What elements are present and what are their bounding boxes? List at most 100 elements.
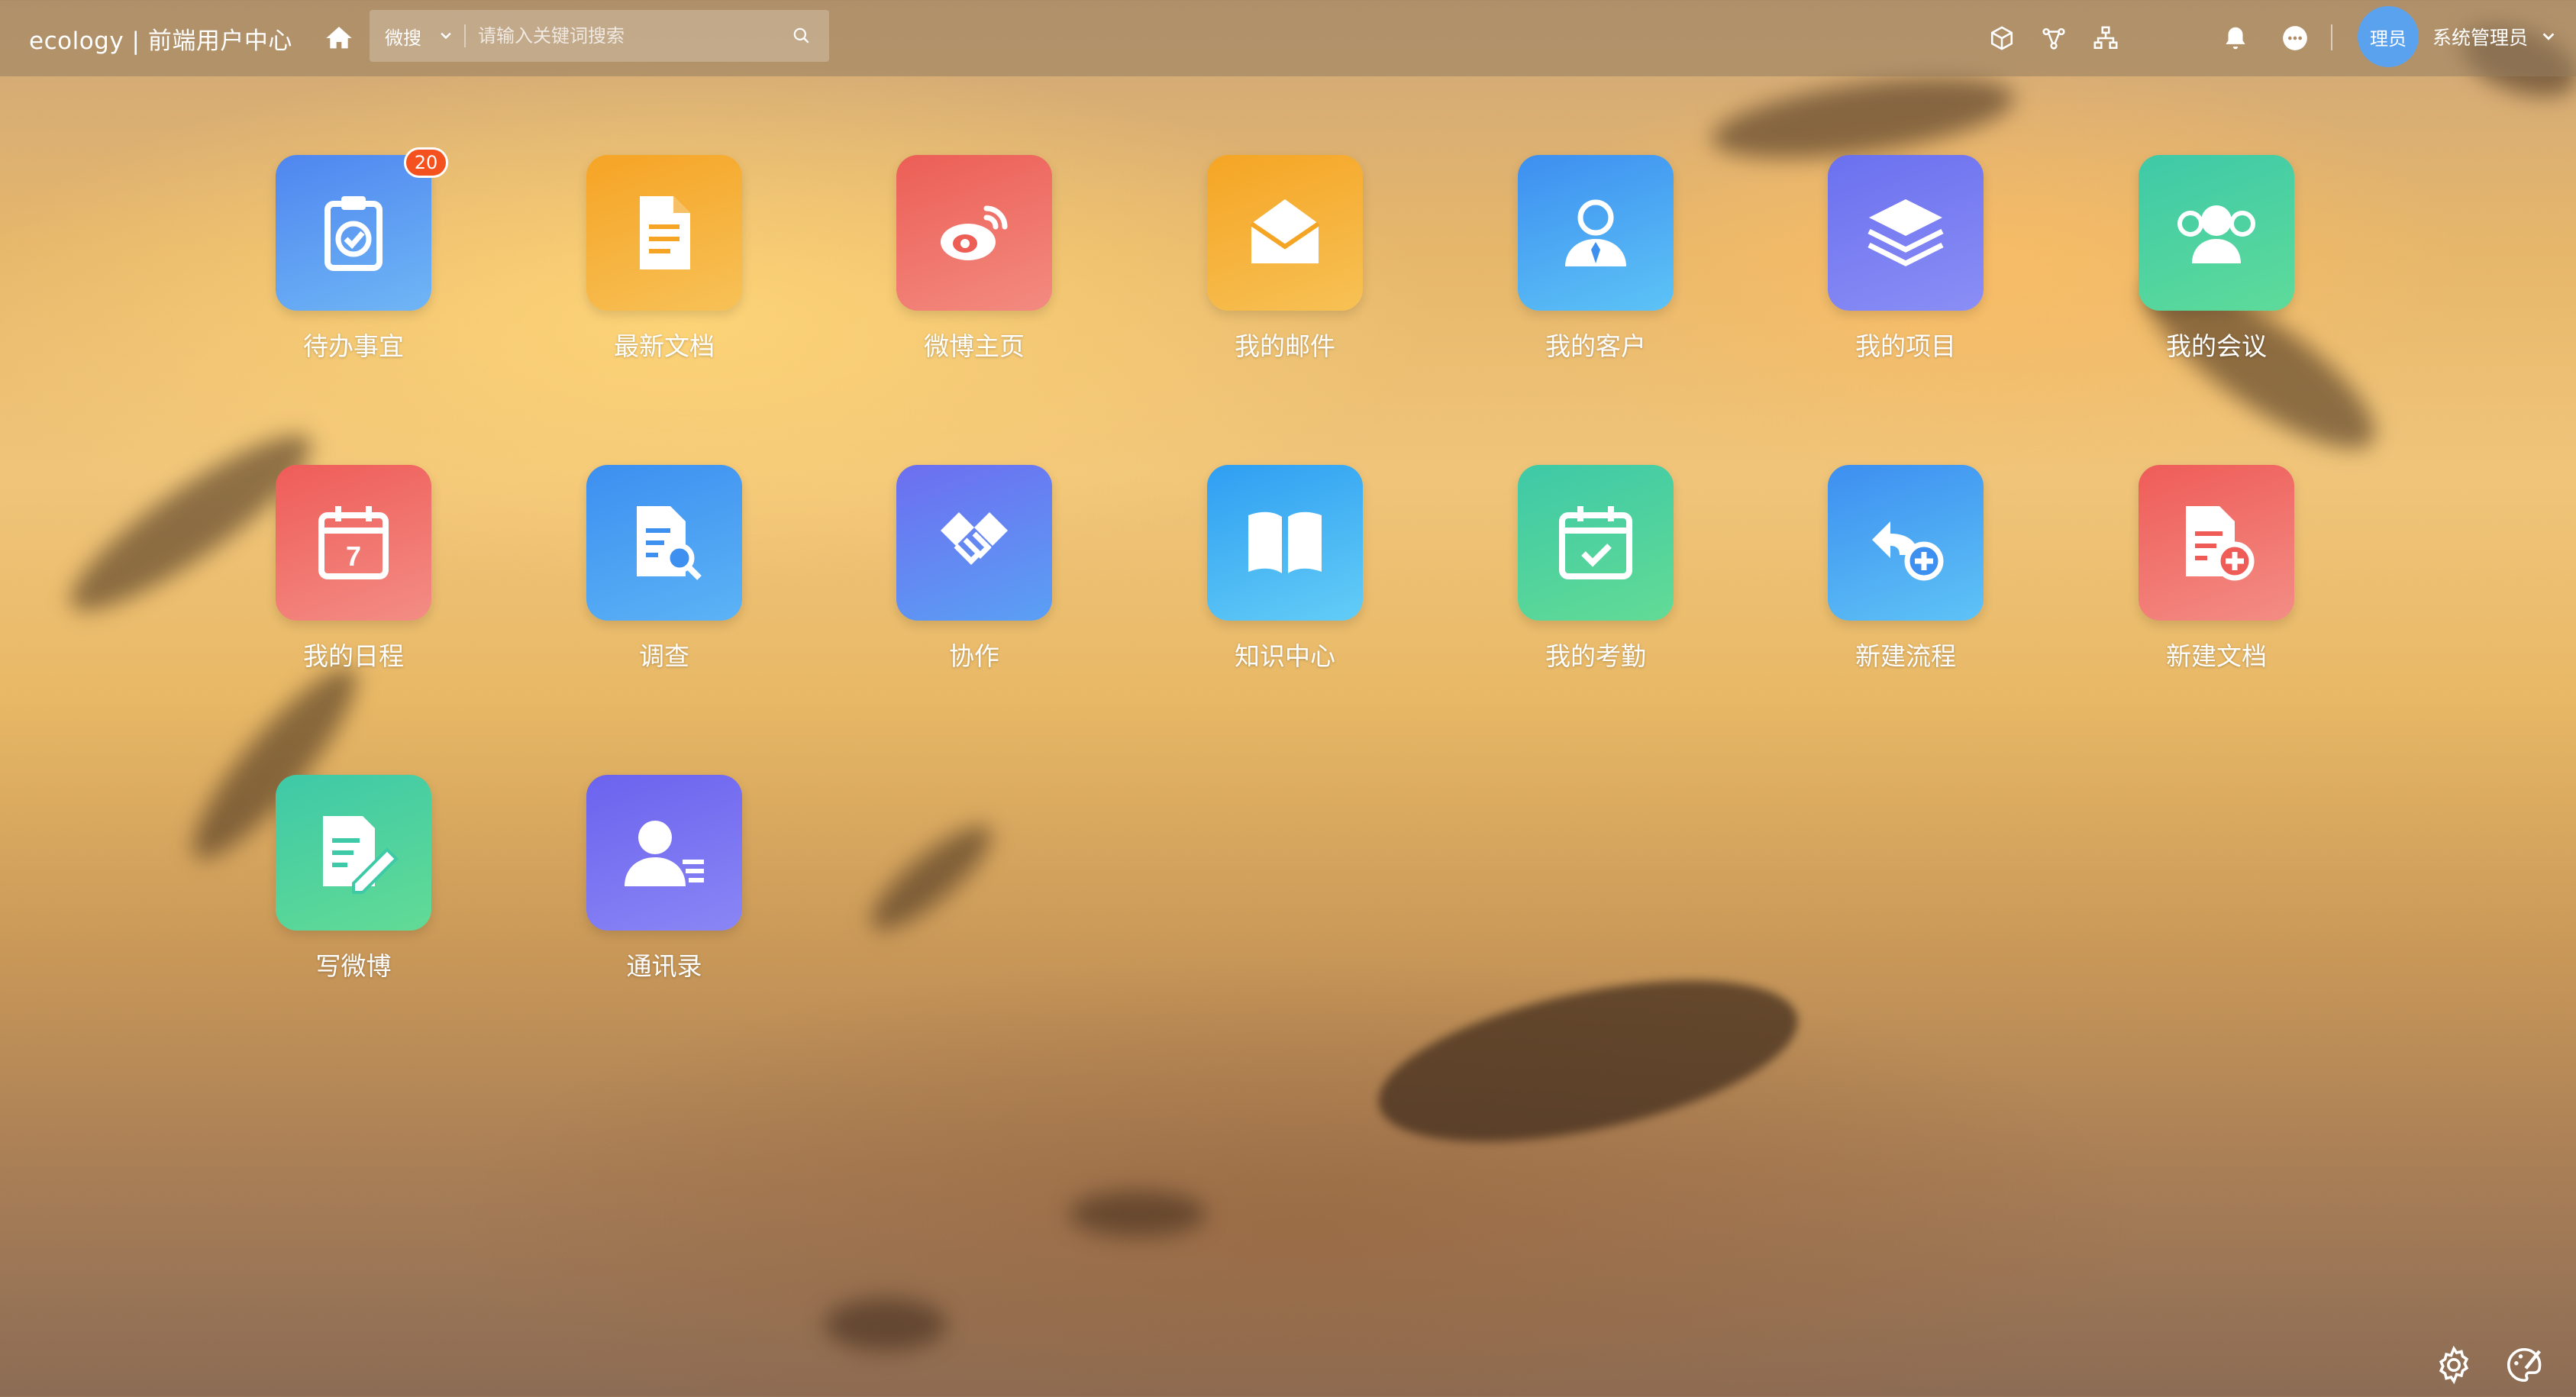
app-tile (1207, 155, 1363, 311)
new-document-icon (2186, 506, 2255, 581)
attendance-icon (1559, 506, 1632, 579)
app-label: 我的项目 (1855, 331, 1956, 361)
app-label: 新建流程 (1855, 641, 1956, 671)
new-workflow-icon (1872, 521, 1944, 581)
user-name[interactable]: 系统管理员 (2432, 0, 2528, 73)
share-button[interactable] (2037, 21, 2071, 55)
app-contacts[interactable]: 通讯录 (565, 775, 763, 1004)
app-tile (1828, 155, 1984, 311)
app-label: 调查 (639, 641, 689, 671)
layers-icon (1867, 199, 1944, 266)
app-label: 协作 (949, 641, 999, 671)
app-my-mail[interactable]: 我的邮件 (1186, 155, 1384, 384)
chat-icon (2283, 26, 2307, 50)
app-label: 待办事宜 (303, 331, 404, 361)
calendar-icon: 7 (318, 506, 389, 579)
survey-icon (637, 506, 702, 580)
chevron-down-icon (438, 28, 454, 44)
app-tile (896, 155, 1052, 311)
org-chart-icon (2093, 26, 2118, 50)
home-icon (326, 27, 352, 49)
theme-icon (2507, 1347, 2542, 1382)
background-bird (825, 1298, 947, 1351)
app-tile: 20 (276, 147, 448, 311)
cube-icon (1990, 26, 2013, 50)
clipboard-check-icon (324, 196, 383, 271)
handshake-icon (941, 512, 1008, 565)
book-icon (1248, 511, 1322, 573)
customer-icon (1565, 199, 1626, 266)
meeting-icon (2177, 205, 2255, 263)
todo-count-badge: 20 (404, 147, 448, 178)
bell-icon (2226, 27, 2245, 50)
app-tile: 7 (276, 465, 431, 621)
app-weibo-home[interactable]: 微博主页 (875, 155, 1073, 384)
app-label: 我的日程 (303, 641, 404, 671)
home-button[interactable] (321, 20, 357, 56)
app-my-meetings[interactable]: 我的会议 (2117, 155, 2316, 384)
app-tile (1828, 465, 1984, 621)
svg-text:7: 7 (346, 540, 361, 572)
app-tile (586, 465, 742, 621)
app-label: 我的客户 (1545, 331, 1646, 361)
app-label: 知识中心 (1235, 641, 1335, 671)
app-brand[interactable]: ecology | 前端用户中心 (29, 0, 292, 76)
app-survey[interactable]: 调查 (565, 465, 763, 694)
theme-button[interactable] (2501, 1342, 2547, 1388)
notifications-button[interactable] (2219, 21, 2252, 55)
app-label: 我的邮件 (1235, 331, 1335, 361)
app-tile (276, 775, 431, 931)
app-label: 最新文档 (614, 331, 715, 361)
app-todo[interactable]: 20 待办事宜 (254, 147, 453, 384)
app-my-schedule[interactable]: 7 我的日程 (254, 465, 453, 694)
settings-button[interactable] (2431, 1342, 2477, 1388)
app-my-attendance[interactable]: 我的考勤 (1496, 465, 1695, 694)
app-label: 我的会议 (2166, 331, 2267, 361)
background-bird (858, 811, 1005, 945)
diamond-share-icon (2042, 27, 2065, 50)
top-bar: ecology | 前端用户中心 微搜 理员 系统管理员 (0, 0, 2576, 76)
app-label: 通讯录 (626, 951, 702, 981)
contacts-icon (625, 821, 704, 886)
write-weibo-icon (323, 816, 399, 894)
search-bar: 微搜 (370, 9, 829, 63)
settings-icon (2439, 1345, 2469, 1385)
app-write-weibo[interactable]: 写微博 (254, 775, 453, 1004)
messages-button[interactable] (2278, 21, 2312, 55)
app-my-customers[interactable]: 我的客户 (1496, 155, 1695, 384)
app-tile (1207, 465, 1363, 621)
weibo-icon (941, 205, 1008, 260)
background-bird (1069, 1191, 1206, 1237)
document-icon (640, 196, 690, 269)
app-tile (586, 155, 742, 311)
app-knowledge-center[interactable]: 知识中心 (1186, 465, 1384, 694)
app-label: 新建文档 (2166, 641, 2267, 671)
search-scope-select[interactable]: 微搜 (370, 10, 464, 62)
cube-button[interactable] (1985, 21, 2019, 55)
app-label: 写微博 (315, 951, 392, 981)
app-label: 我的考勤 (1545, 641, 1646, 671)
org-chart-button[interactable] (2089, 21, 2122, 55)
envelope-icon (1250, 199, 1320, 263)
app-latest-docs[interactable]: 最新文档 (565, 155, 763, 384)
search-scope-label: 微搜 (385, 27, 421, 49)
user-menu-toggle[interactable] (2538, 26, 2559, 47)
search-icon (793, 27, 809, 44)
app-collaboration[interactable]: 协作 (875, 465, 1073, 694)
chevron-down-icon (2542, 33, 2555, 40)
app-new-workflow[interactable]: 新建流程 (1806, 465, 2005, 694)
app-new-document[interactable]: 新建文档 (2117, 465, 2316, 694)
search-button[interactable] (786, 21, 817, 51)
app-my-projects[interactable]: 我的项目 (1806, 155, 2005, 384)
search-input[interactable] (466, 9, 786, 63)
app-tile (2139, 155, 2294, 311)
toolbar-divider (2331, 24, 2332, 50)
app-tile (2139, 465, 2294, 621)
app-tile (1518, 465, 1674, 621)
avatar[interactable]: 理员 (2358, 6, 2419, 67)
app-tile (1518, 155, 1674, 311)
app-tile (586, 775, 742, 931)
background-bird (1364, 949, 1812, 1173)
app-label: 微博主页 (924, 331, 1025, 361)
app-tile (896, 465, 1052, 621)
